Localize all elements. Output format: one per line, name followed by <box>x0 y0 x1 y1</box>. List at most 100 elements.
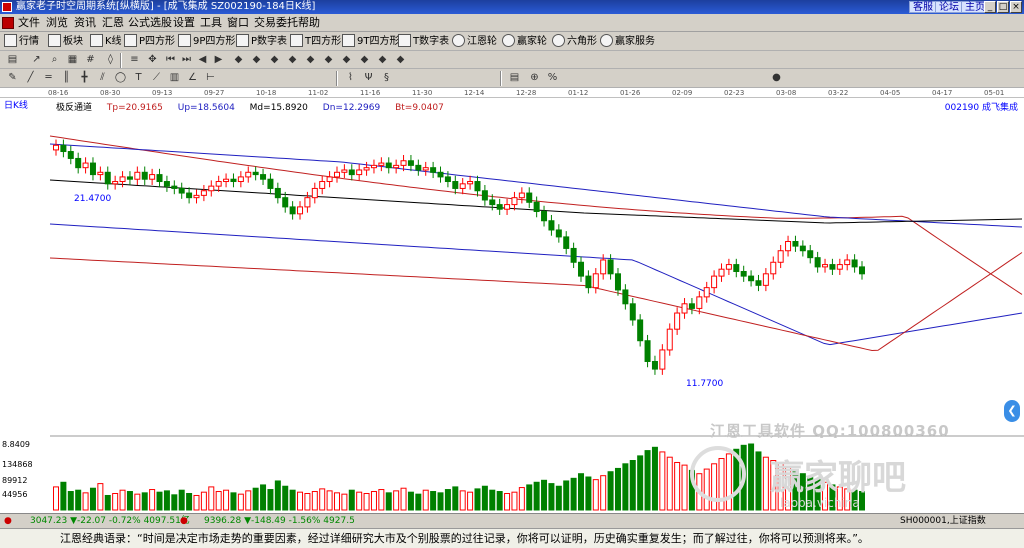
volume-bar <box>304 493 311 511</box>
table-icon[interactable]: ▤ <box>508 72 521 85</box>
chart-area[interactable]: 08-16 08-30 09-13 09-27 10-18 11-02 11-16 11-30… <box>0 88 1024 513</box>
diamond10-icon[interactable]: ◆ <box>394 54 407 67</box>
zoomin-icon[interactable]: ⊕ <box>528 72 541 85</box>
volume-bar <box>489 489 496 511</box>
color-icon[interactable]: ● <box>770 72 783 85</box>
line-icon[interactable]: ╱ <box>24 72 37 85</box>
kline-icon <box>90 34 103 47</box>
fork-icon[interactable]: Ψ <box>362 72 375 85</box>
pencil-icon[interactable]: ✎ <box>6 72 19 85</box>
channel-icon[interactable]: ⫽ <box>96 72 109 85</box>
p-digit-button[interactable]: P数字表 <box>236 34 287 49</box>
candle-body <box>400 160 407 166</box>
right-icon[interactable]: ▶ <box>212 54 225 67</box>
menu-browse[interactable]: 浏览 <box>46 16 68 30</box>
service-button[interactable]: 赢家服务 <box>600 34 655 49</box>
angle-icon[interactable]: ∠ <box>186 72 199 85</box>
diamond2-icon[interactable]: ◆ <box>250 54 263 67</box>
customer-service-link[interactable]: 客服 <box>909 1 937 13</box>
menu-file[interactable]: 文件 <box>18 16 40 30</box>
minimize-button[interactable]: _ <box>984 1 996 13</box>
bars-icon[interactable]: ▥ <box>168 72 181 85</box>
t-digit-button[interactable]: T数字表 <box>398 34 449 49</box>
menu-window[interactable]: 窗口 <box>227 16 249 30</box>
zoom-tool-icon[interactable]: ⌕ <box>48 54 61 67</box>
volume-bar <box>637 455 644 511</box>
shanghai-index[interactable]: 3047.23 ▼-22.07 -0.72% 4097.51亿 <box>30 514 190 528</box>
stepper-icon[interactable]: ◊ <box>104 54 117 67</box>
candle-body <box>452 181 459 189</box>
pan-icon[interactable]: ✥ <box>146 54 159 67</box>
volume-bar <box>659 451 666 511</box>
gann-wheel-button[interactable]: 江恩轮 <box>452 34 497 49</box>
candle-body <box>193 194 200 199</box>
candle-body <box>311 187 318 199</box>
side-expand-arrow-icon[interactable]: ❮ <box>1004 400 1020 422</box>
maximize-button[interactable]: □ <box>997 1 1009 13</box>
ruler-icon[interactable]: ⊢ <box>204 72 217 85</box>
candle-body <box>807 250 814 259</box>
quote-button[interactable]: 行情 <box>4 34 39 49</box>
menu-gann[interactable]: 汇恩 <box>102 16 124 30</box>
quote-bar: 江恩经典语录：“时间是决定市场走势的重要因素，经过详细研究大市及个别股票的过往记… <box>0 528 1024 548</box>
last-icon[interactable]: ⏭ <box>180 54 193 67</box>
diamond1-icon[interactable]: ◆ <box>232 54 245 67</box>
forum-link[interactable]: 论坛 <box>935 1 963 13</box>
text-icon[interactable]: T <box>132 72 145 85</box>
spiral-icon[interactable]: § <box>380 72 393 85</box>
arrow-tool-icon[interactable]: ↗ <box>30 54 43 67</box>
candle-body <box>725 264 732 270</box>
menu-tools[interactable]: 工具 <box>200 16 222 30</box>
p-square-button[interactable]: P四方形 <box>124 34 175 49</box>
menu-trade[interactable]: 交易委托 <box>254 16 298 30</box>
diamond8-icon[interactable]: ◆ <box>358 54 371 67</box>
volume-bar <box>511 491 518 511</box>
volume-bar <box>393 490 400 511</box>
hexagon-button[interactable]: 六角形 <box>552 34 597 49</box>
channel-tp-line <box>49 135 1023 295</box>
volume-bar <box>326 490 333 511</box>
percent-icon[interactable]: % <box>546 72 559 85</box>
shenzhen-index[interactable]: 9396.28 ▼-148.49 -1.56% 4927.5 <box>204 514 355 528</box>
close-button[interactable]: × <box>1010 1 1022 13</box>
t-square-button[interactable]: T四方形 <box>290 34 341 49</box>
9t-square-button[interactable]: 9T四方形 <box>342 34 399 49</box>
fib-icon[interactable]: ≡ <box>128 54 141 67</box>
winner-wheel-button[interactable]: 赢家轮 <box>502 34 547 49</box>
menu-formula[interactable]: 公式选股 <box>128 16 172 30</box>
index-selector[interactable]: SH000001,上证指数 <box>900 514 986 528</box>
vline-icon[interactable]: ║ <box>60 72 73 85</box>
diamond4-icon[interactable]: ◆ <box>286 54 299 67</box>
watermark-circle-icon <box>690 446 746 502</box>
candle-body <box>799 245 806 252</box>
count-icon[interactable]: # <box>84 54 97 67</box>
menu-help[interactable]: 帮助 <box>298 16 320 30</box>
candle-body <box>644 340 651 362</box>
hexagon-icon <box>552 34 565 47</box>
kline-button[interactable]: K线 <box>90 34 122 49</box>
diamond6-icon[interactable]: ◆ <box>322 54 335 67</box>
p-square-icon <box>124 34 137 47</box>
diamond9-icon[interactable]: ◆ <box>376 54 389 67</box>
grid-icon[interactable]: ▦ <box>66 54 79 67</box>
9p-square-button[interactable]: 9P四方形 <box>178 34 235 49</box>
candle-body <box>481 190 488 201</box>
cross-icon[interactable]: ╋ <box>78 72 91 85</box>
left-icon[interactable]: ◀ <box>196 54 209 67</box>
hline-icon[interactable]: ═ <box>42 72 55 85</box>
diamond7-icon[interactable]: ◆ <box>340 54 353 67</box>
menu-settings[interactable]: 设置 <box>173 16 195 30</box>
diamond3-icon[interactable]: ◆ <box>268 54 281 67</box>
calendar-icon[interactable]: ▤ <box>6 54 19 67</box>
candle-body <box>104 171 111 185</box>
candle-body <box>171 185 178 189</box>
first-icon[interactable]: ⏮ <box>164 54 177 67</box>
diamond5-icon[interactable]: ◆ <box>304 54 317 67</box>
volume-bar <box>622 463 629 511</box>
menu-info[interactable]: 资讯 <box>74 16 96 30</box>
gann-fan-icon[interactable]: ⟋ <box>150 72 163 85</box>
ellipse-icon[interactable]: ◯ <box>114 72 127 85</box>
sector-button[interactable]: 板块 <box>48 34 83 49</box>
cycle-icon[interactable]: ⌇ <box>344 72 357 85</box>
volume-bar <box>629 460 636 511</box>
